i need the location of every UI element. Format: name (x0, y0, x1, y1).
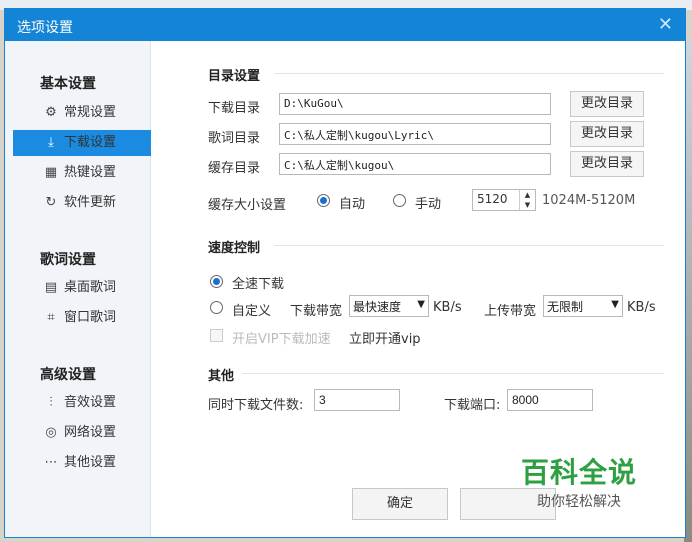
upload-bandwidth-value: 无限制 (547, 300, 584, 314)
cache-size-value: 5120 (477, 192, 508, 206)
cache-auto-radio[interactable] (317, 194, 330, 207)
section-divider (242, 373, 664, 374)
download-bandwidth-select[interactable]: 最快速度 ▼ (349, 295, 429, 317)
cache-size-spinner[interactable]: 5120 ▲ ▼ (472, 189, 536, 211)
upload-bandwidth-select[interactable]: 无限制 ▼ (543, 295, 623, 317)
section-divider (274, 245, 664, 246)
sidebar-item-label: 热键设置 (64, 165, 117, 180)
title-bar: 选项设置 ✕ (5, 9, 685, 41)
download-port-label: 下载端口: (444, 398, 501, 413)
cache-manual-label: 手动 (415, 197, 442, 212)
upload-bandwidth-label: 上传带宽 (484, 304, 537, 319)
full-speed-radio[interactable] (210, 275, 223, 288)
cache-size-label: 缓存大小设置 (208, 198, 287, 213)
watermark-title: 百科全说 (520, 456, 637, 489)
change-cache-dir-button[interactable]: 更改目录 (570, 151, 644, 177)
section-title-speed: 速度控制 (208, 241, 261, 256)
sidebar-item-network[interactable]: ◎ 网络设置 (13, 420, 151, 446)
download-port-input[interactable]: 8000 (507, 389, 593, 411)
sidebar-heading-advanced: 高级设置 (40, 367, 96, 383)
sidebar-item-other[interactable]: ⋯ 其他设置 (13, 450, 151, 476)
gear-icon: ⚙ (45, 105, 57, 120)
vip-accelerate-label: 开启VIP下载加速 (232, 332, 331, 347)
spinner-arrows-icon[interactable]: ▲ ▼ (519, 190, 535, 210)
update-icon: ↻ (45, 195, 57, 210)
cache-dir-label: 缓存目录 (208, 161, 261, 176)
sidebar: 基本设置 ⚙ 常规设置 ⤓ 下载设置 ▦ 热键设置 ↻ 软件更新 歌词设置 ▤ … (5, 41, 151, 537)
sidebar-item-update[interactable]: ↻ 软件更新 (13, 190, 151, 216)
sidebar-item-desktop-lyrics[interactable]: ▤ 桌面歌词 (13, 275, 151, 301)
options-dialog: 选项设置 ✕ 基本设置 ⚙ 常规设置 ⤓ 下载设置 ▦ 热键设置 ↻ 软件更新 … (4, 8, 686, 538)
download-unit: KB/s (433, 300, 462, 315)
ok-button[interactable]: 确定 (352, 488, 448, 520)
sidebar-item-window-lyrics[interactable]: ⌗ 窗口歌词 (13, 305, 151, 331)
sidebar-item-label: 窗口歌词 (64, 310, 117, 325)
download-icon: ⤓ (48, 135, 54, 150)
download-dir-input[interactable]: D:\KuGou\ (279, 93, 551, 115)
sidebar-item-label: 下载设置 (64, 135, 117, 150)
cache-auto-label: 自动 (339, 197, 366, 212)
dropdown-arrow-icon: ▼ (611, 299, 619, 310)
section-title-other: 其他 (208, 369, 235, 384)
sidebar-item-sound[interactable]: ⫶ 音效设置 (13, 390, 151, 416)
watermark-subtitle: 助你轻松解决 (536, 494, 621, 510)
custom-speed-radio[interactable] (210, 301, 223, 314)
section-divider (274, 73, 664, 74)
more-icon: ⋯ (44, 455, 58, 470)
sidebar-item-label: 音效设置 (64, 395, 117, 410)
vip-accelerate-checkbox[interactable] (210, 329, 223, 342)
keyboard-icon: ▦ (44, 165, 58, 180)
cache-dir-input[interactable]: C:\私人定制\kugou\ (279, 153, 551, 175)
custom-speed-label: 自定义 (232, 304, 272, 319)
sidebar-item-download[interactable]: ⤓ 下载设置 (13, 130, 151, 156)
lyric-dir-label: 歌词目录 (208, 131, 261, 146)
lyric-dir-input[interactable]: C:\私人定制\kugou\Lyric\ (279, 123, 551, 145)
equalizer-icon: ⫶ (49, 395, 53, 410)
sidebar-item-general[interactable]: ⚙ 常规设置 (13, 100, 151, 126)
full-speed-label: 全速下载 (232, 277, 285, 292)
open-vip-link[interactable]: 立即开通vip (349, 328, 421, 347)
sidebar-item-label: 常规设置 (64, 105, 117, 120)
sidebar-item-label: 网络设置 (64, 425, 117, 440)
concurrent-downloads-label: 同时下载文件数: (208, 398, 304, 413)
change-lyric-dir-button[interactable]: 更改目录 (570, 121, 644, 147)
cache-range-hint: 1024M-5120M (542, 193, 636, 208)
sidebar-heading-lyrics: 歌词设置 (40, 252, 96, 268)
download-bandwidth-label: 下载带宽 (290, 304, 343, 319)
sidebar-item-label: 其他设置 (64, 455, 117, 470)
dialog-title: 选项设置 (17, 20, 73, 36)
concurrent-downloads-input[interactable]: 3 (314, 389, 400, 411)
sidebar-heading-basic: 基本设置 (40, 76, 96, 92)
sidebar-item-label: 软件更新 (64, 195, 117, 210)
network-icon: ◎ (45, 425, 57, 440)
download-dir-label: 下载目录 (208, 101, 261, 116)
window-lyric-icon: ⌗ (47, 310, 55, 325)
watermark-logo: 百科全说 助你轻松解决 (521, 451, 637, 511)
desktop-lyric-icon: ▤ (44, 280, 58, 295)
sidebar-item-hotkey[interactable]: ▦ 热键设置 (13, 160, 151, 186)
section-title-directory: 目录设置 (208, 69, 261, 84)
cache-manual-radio[interactable] (393, 194, 406, 207)
upload-unit: KB/s (627, 300, 656, 315)
dropdown-arrow-icon: ▼ (417, 299, 425, 310)
close-icon[interactable]: ✕ (658, 14, 673, 35)
change-download-dir-button[interactable]: 更改目录 (570, 91, 644, 117)
download-bandwidth-value: 最快速度 (353, 300, 402, 314)
sidebar-item-label: 桌面歌词 (64, 280, 117, 295)
